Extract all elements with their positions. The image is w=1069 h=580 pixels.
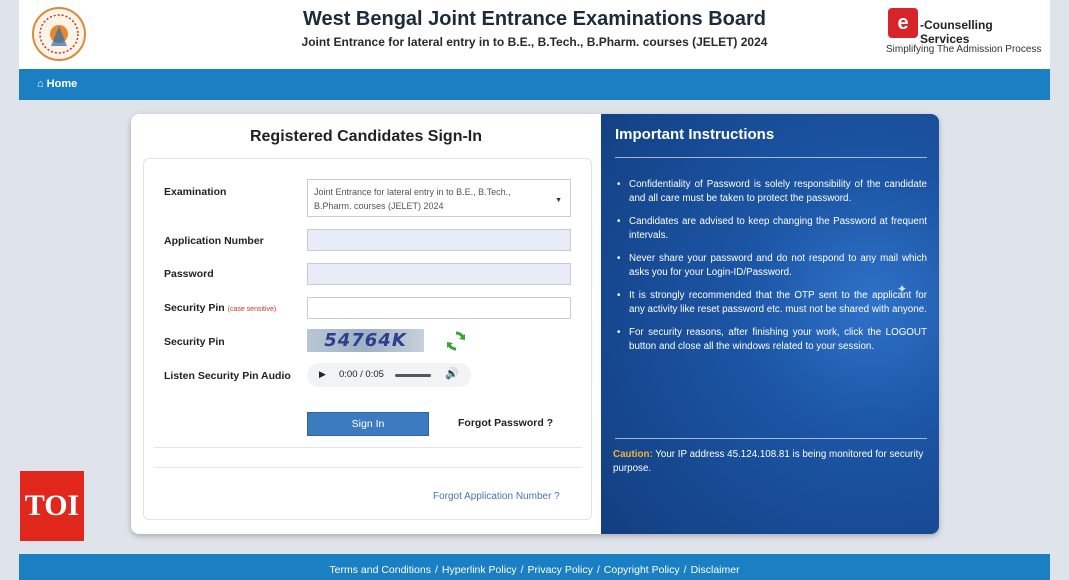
instructions-list: Confidentiality of Password is solely re… — [615, 178, 927, 363]
e-counselling-name: -Counselling Services — [920, 18, 993, 46]
top-navbar: ⌂ Home — [19, 69, 1050, 100]
captcha-audio-player: ▶ 0:00 / 0:05 🔊 — [307, 363, 471, 387]
footer-link-copyright-policy[interactable]: Copyright Policy — [604, 564, 680, 576]
play-icon[interactable]: ▶ — [319, 369, 326, 380]
caution-text: Your IP address 45.124.108.81 is being m… — [613, 449, 924, 474]
forgot-password-link[interactable]: Forgot Password ? — [458, 417, 553, 429]
nav-home-link[interactable]: ⌂ Home — [37, 78, 80, 90]
audio-label: Listen Security Pin Audio — [164, 370, 291, 382]
instructions-title: Important Instructions — [615, 126, 775, 143]
audio-time: 0:00 / 0:05 — [339, 369, 384, 380]
footer-link-disclaimer[interactable]: Disclaimer — [691, 564, 740, 576]
site-header: West Bengal Joint Entrance Examinations … — [19, 0, 1050, 69]
e-counselling-logo: e -Counselling Services Simplifying The … — [884, 6, 1042, 62]
security-pin-input[interactable] — [307, 297, 571, 319]
signin-title: Registered Candidates Sign-In — [249, 128, 483, 145]
examination-select[interactable]: Joint Entrance for lateral entry in to B… — [307, 179, 571, 217]
case-sensitive-note: (case sensitive) — [227, 306, 277, 313]
e-counselling-tagline: Simplifying The Admission Process — [886, 44, 1042, 55]
captcha-image: 54764K — [307, 329, 424, 352]
instruction-item: It is strongly recommended that the OTP … — [615, 289, 927, 317]
home-icon: ⌂ — [37, 78, 44, 90]
instruction-item: Confidentiality of Password is solely re… — [615, 178, 927, 206]
audio-progress-slider[interactable] — [395, 374, 431, 377]
security-pin-label: Security Pin (case sensitive) — [164, 302, 276, 314]
refresh-captcha-button[interactable] — [444, 329, 468, 353]
instructions-divider — [615, 157, 927, 158]
footer-separator: / — [520, 564, 524, 576]
instruction-item: Never share your password and do not res… — [615, 252, 927, 280]
form-divider — [154, 447, 582, 448]
footer-link-hyperlink-policy[interactable]: Hyperlink Policy — [442, 564, 517, 576]
footer-link-privacy-policy[interactable]: Privacy Policy — [528, 564, 593, 576]
form-divider — [154, 467, 582, 468]
refresh-icon — [447, 331, 465, 351]
security-pin-label-text: Security Pin — [164, 302, 225, 314]
instruction-item: For security reasons, after finishing yo… — [615, 326, 927, 354]
chevron-down-icon: ▼ — [555, 197, 562, 204]
site-footer: Terms and Conditions / Hyperlink Policy / Pr… — [19, 554, 1050, 580]
nav-home-label: Home — [46, 78, 78, 90]
captcha-label: Security Pin — [164, 336, 225, 348]
toi-watermark-logo: TOI — [20, 471, 84, 541]
footer-separator: / — [434, 564, 438, 576]
sparkle-icon: ✦ — [897, 282, 908, 296]
instructions-pane: Important Instructions Confidentiality o… — [601, 114, 939, 534]
volume-icon[interactable]: 🔊 — [445, 367, 459, 380]
caution-note: Caution: Your IP address 45.124.108.81 i… — [613, 448, 933, 476]
examination-label: Examination — [164, 186, 227, 198]
instruction-item: Candidates are advised to keep changing … — [615, 215, 927, 243]
forgot-application-number-link[interactable]: Forgot Application Number ? — [433, 491, 560, 502]
application-number-input[interactable] — [307, 229, 571, 251]
application-number-label: Application Number — [164, 235, 264, 247]
footer-separator: / — [596, 564, 600, 576]
footer-separator: / — [683, 564, 687, 576]
password-input[interactable] — [307, 263, 571, 285]
sign-in-button[interactable]: Sign In — [307, 412, 429, 436]
caution-label: Caution: — [613, 449, 653, 460]
examination-selected-value: Joint Entrance for lateral entry in to B… — [314, 187, 511, 211]
signin-pane: Registered Candidates Sign-In Examinatio… — [131, 114, 601, 534]
signin-card: Registered Candidates Sign-In Examinatio… — [131, 114, 939, 534]
signin-form: Examination Joint Entrance for lateral e… — [143, 158, 592, 520]
e-counselling-mark-icon: e — [888, 8, 918, 38]
footer-link-terms[interactable]: Terms and Conditions — [329, 564, 431, 576]
password-label: Password — [164, 268, 214, 280]
instructions-divider — [615, 438, 927, 439]
